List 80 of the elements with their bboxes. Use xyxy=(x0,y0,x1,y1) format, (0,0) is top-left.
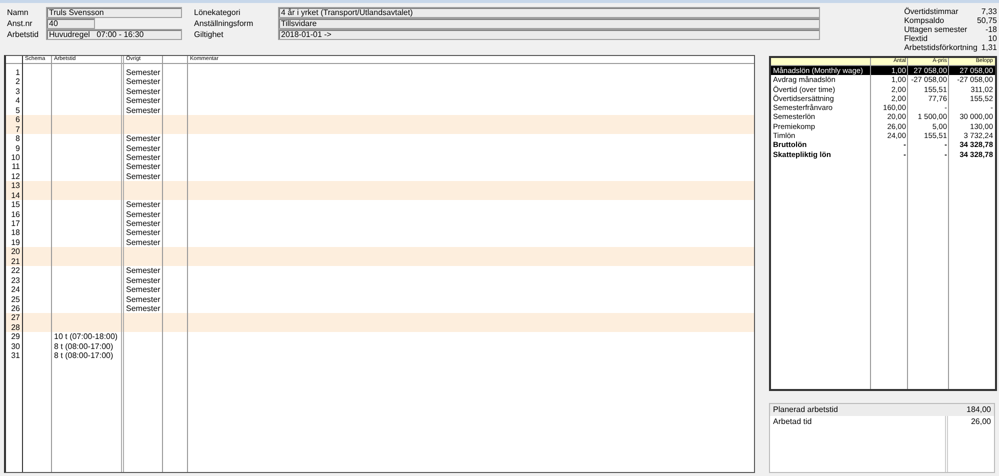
table-cell-text: 8 t (08:00-17:00) xyxy=(53,342,114,352)
table-cell-text: Semester xyxy=(125,68,162,78)
balance-label: Arbetstidsförkortning xyxy=(904,43,978,52)
text-field[interactable]: 40 xyxy=(46,18,95,28)
table-cell-text: 8 t (08:00-17:00) xyxy=(53,351,114,361)
day-number: 14 xyxy=(10,190,21,200)
day-number: 4 xyxy=(14,96,21,106)
day-number: 24 xyxy=(10,285,21,294)
table-cell-text: Semester xyxy=(125,210,162,219)
day-number: 18 xyxy=(10,228,21,238)
balance-label: Övertidstimmar xyxy=(904,7,958,16)
field-label: Giltighet xyxy=(194,30,224,38)
balance-label: Flextid xyxy=(904,34,928,43)
day-number: 3 xyxy=(14,86,21,96)
day-number: 2 xyxy=(14,77,21,87)
day-number: 8 xyxy=(14,134,21,144)
day-number: 26 xyxy=(10,304,21,314)
table-cell-text: Semester xyxy=(125,238,162,248)
field-label: Namn xyxy=(7,8,30,16)
balance-label: Uttagen semester xyxy=(904,25,968,34)
table-cell-text: 26,00 xyxy=(970,416,992,428)
table-cell-text: Semester xyxy=(125,200,162,210)
day-number: 21 xyxy=(10,256,21,266)
table-cell-text: Semester xyxy=(125,106,162,116)
day-number: 6 xyxy=(14,115,21,125)
day-number: 22 xyxy=(10,266,21,276)
balance-value: 50,75 xyxy=(976,16,997,25)
table-cell-text: Semester xyxy=(125,86,162,96)
field-label: Anst.nr xyxy=(7,18,34,28)
day-number: 7 xyxy=(14,124,21,134)
field-label: Arbetstid xyxy=(7,30,40,38)
table-cell-text: 184,00 xyxy=(966,404,992,416)
day-number: 10 xyxy=(10,152,21,162)
day-number: 12 xyxy=(10,172,21,182)
balance-value: -18 xyxy=(985,25,997,34)
day-number: 11 xyxy=(10,162,21,172)
field-label: Anställningsform xyxy=(194,18,254,28)
day-number: 30 xyxy=(10,342,21,352)
balance-label: Kompsaldo xyxy=(904,16,944,25)
day-number: 25 xyxy=(10,294,21,304)
day-number: 20 xyxy=(10,247,21,257)
text-field[interactable]: Truls Svensson xyxy=(46,6,182,18)
day-number: 29 xyxy=(10,332,21,342)
field-label: Lönekategori xyxy=(194,8,242,16)
table-cell-text: Semester xyxy=(125,228,162,238)
day-number: 5 xyxy=(14,106,21,116)
text-field[interactable]: Tillsvidare xyxy=(278,18,820,28)
table-cell-text: Arbetad tid xyxy=(772,416,813,428)
text-field[interactable]: 2018-01-01 -> xyxy=(278,28,820,40)
table-cell-text: Semester xyxy=(125,77,162,87)
table-cell-text: Semester xyxy=(125,285,162,294)
day-number: 31 xyxy=(10,351,21,361)
balance-value: 7,33 xyxy=(981,7,997,16)
table-cell-text: 10 t (07:00-18:00) xyxy=(53,332,119,342)
text-field[interactable]: 4 år i yrket (Transport/Utlandsavtalet) xyxy=(278,6,820,18)
balance-value: 1,31 xyxy=(981,43,997,52)
day-number: 17 xyxy=(10,219,21,228)
balance-value: 10 xyxy=(988,34,997,43)
table-cell-text: Semester xyxy=(125,162,162,172)
table-cell-text: Semester xyxy=(125,144,162,153)
table-cell-text: Semester xyxy=(125,219,162,228)
day-number: 9 xyxy=(14,144,21,153)
table-cell-text: Semester xyxy=(125,152,162,162)
day-number: 15 xyxy=(10,200,21,210)
table-cell-text: Semester xyxy=(125,304,162,314)
day-number: 1 xyxy=(14,68,21,78)
table-cell-text: Semester xyxy=(125,294,162,304)
table-cell-text: Semester xyxy=(125,266,162,276)
day-number: 19 xyxy=(10,238,21,248)
table-cell-text: Semester xyxy=(125,172,162,182)
day-number: 13 xyxy=(10,181,21,191)
day-number: 23 xyxy=(10,276,21,286)
table-cell-text: Semester xyxy=(125,134,162,144)
table-cell-text: Planerad arbetstid xyxy=(772,404,839,416)
day-number: 16 xyxy=(10,210,21,219)
text-field[interactable]: Huvudregel 07:00 - 16:30 xyxy=(46,28,182,40)
day-number: 27 xyxy=(10,313,21,323)
day-number: 28 xyxy=(10,322,21,332)
table-cell-text: Semester xyxy=(125,276,162,286)
table-cell-text: Semester xyxy=(125,96,162,106)
